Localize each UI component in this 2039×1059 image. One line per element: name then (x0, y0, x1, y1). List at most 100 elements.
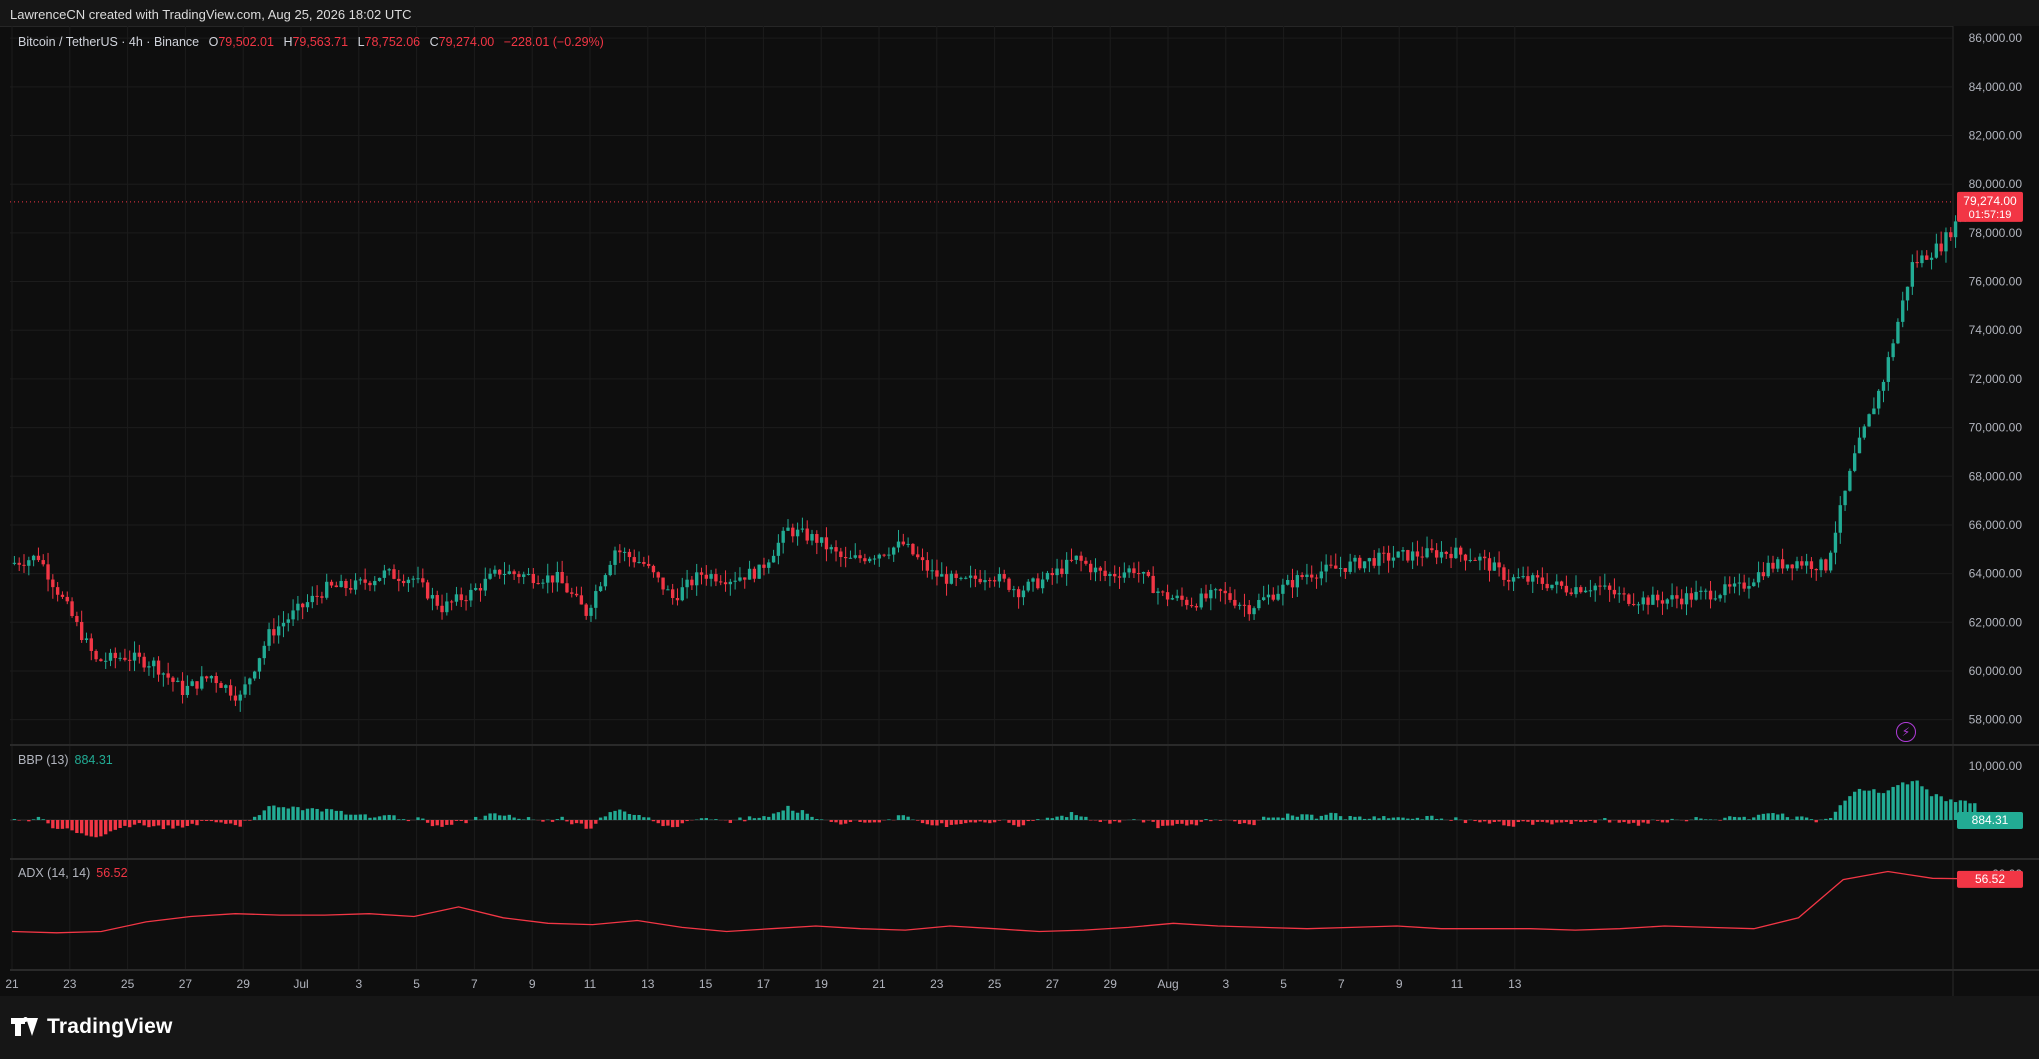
bbp-bar (1872, 789, 1876, 820)
candle-body (733, 580, 737, 582)
candle-body (546, 575, 550, 583)
candle-body (1007, 578, 1011, 590)
candle-body (517, 574, 521, 577)
time-tick-label: 5 (1280, 977, 1287, 991)
bbp-bar (41, 819, 45, 820)
bbp-bar (1439, 818, 1444, 820)
price-tick-label: 82,000.00 (1969, 129, 2023, 143)
bbp-bar (180, 820, 185, 828)
candle-body (301, 603, 305, 608)
bbp-bar (267, 806, 271, 820)
tradingview-logo[interactable]: TradingView (11, 1015, 173, 1039)
bbp-bar (449, 820, 454, 825)
candle-body (1718, 595, 1722, 599)
bbp-bar (1247, 820, 1251, 825)
candle-body (1199, 593, 1203, 608)
bbp-bar (392, 815, 396, 820)
candle-body (1531, 575, 1535, 582)
candle-body (75, 616, 79, 622)
bbp-bar (1507, 820, 1511, 827)
time-tick-label: 5 (413, 977, 420, 991)
bbp-bar (123, 820, 127, 826)
candle-body (1646, 597, 1650, 605)
candle-body (978, 578, 982, 583)
candle-body (1430, 548, 1434, 551)
candle-body (1800, 561, 1804, 566)
candle-body (1756, 572, 1761, 583)
candle-body (190, 681, 194, 686)
candle-body (704, 574, 708, 579)
candle-body (1156, 591, 1160, 593)
bbp-name[interactable]: BBP (13) (18, 753, 69, 767)
candle-body (1833, 532, 1838, 553)
candle-body (79, 621, 84, 640)
bbp-bar (84, 820, 89, 836)
bbp-bar (349, 814, 353, 820)
tradingview-logo-icon (11, 1016, 43, 1038)
candle-body (1122, 572, 1127, 578)
candle-body (1684, 593, 1689, 605)
bbp-bar (1800, 816, 1804, 820)
bbp-bar (1295, 816, 1299, 820)
bbp-bar (1934, 794, 1939, 820)
candle-body (896, 541, 901, 548)
symbol-name[interactable]: Bitcoin / TetherUS · 4h · Binance (18, 35, 199, 49)
bbp-bar (728, 820, 733, 823)
candle-body (1680, 598, 1684, 605)
bbp-bar (1329, 812, 1333, 820)
candle-body (1439, 551, 1444, 558)
candle-body (1747, 586, 1751, 589)
candle-body (1170, 598, 1175, 600)
bbp-bar (1905, 784, 1910, 820)
bbp-bar (920, 820, 925, 824)
bbp-legend: BBP (13) 884.31 (18, 753, 113, 767)
candle-body (872, 558, 877, 560)
bbp-bar (1641, 820, 1645, 823)
candle-body (743, 577, 747, 580)
candle-body (272, 629, 276, 636)
bbp-bar (36, 816, 41, 820)
bbp-bar (1026, 820, 1030, 822)
bbp-bar (1396, 817, 1400, 820)
candle-body (1901, 300, 1905, 322)
time-tick-label: 13 (1508, 977, 1522, 991)
bbp-bar (1098, 820, 1102, 822)
candle-body (1771, 562, 1775, 569)
candle-body (1708, 590, 1713, 600)
candle-body (1910, 262, 1915, 287)
bbp-bar (27, 820, 31, 822)
candle-body (594, 591, 598, 608)
bbp-bar (305, 808, 310, 820)
bbp-bar (368, 817, 372, 820)
bbp-bar (949, 820, 954, 825)
bbp-bar (1165, 820, 1170, 826)
bbp-bar (517, 818, 521, 820)
bbp-bar (815, 819, 819, 820)
bbp-bar (1194, 820, 1199, 826)
time-tick-label: 11 (1451, 977, 1464, 991)
candle-body (800, 528, 805, 530)
lightning-icon[interactable]: ⚡ (1896, 722, 1916, 742)
bbp-bar (1391, 817, 1396, 820)
candle-body (935, 570, 939, 577)
last-price-label: 79,274.00 (1963, 194, 2017, 208)
bbp-bar (425, 820, 430, 823)
bbp-bar (589, 820, 593, 829)
candle-body (41, 560, 45, 565)
candle-body (1276, 593, 1280, 600)
candle-body (584, 604, 588, 616)
bbp-bar (594, 820, 598, 824)
candle-body (1146, 572, 1151, 576)
candle-body (1281, 584, 1285, 594)
bbp-bar (118, 820, 122, 829)
candle-body (27, 560, 31, 566)
bbp-bar (1141, 820, 1146, 823)
bbp-bar (1704, 819, 1708, 820)
candle-body (228, 685, 233, 696)
candle-body (1021, 590, 1026, 598)
price-chart[interactable]: 86,000.00 84,000.00 82,000.00 80,000.00 78,0… (0, 0, 2039, 996)
adx-name[interactable]: ADX (14, 14) (18, 866, 90, 880)
bbp-bar (325, 808, 329, 820)
candle-body (531, 573, 536, 584)
candle-body (483, 578, 487, 591)
